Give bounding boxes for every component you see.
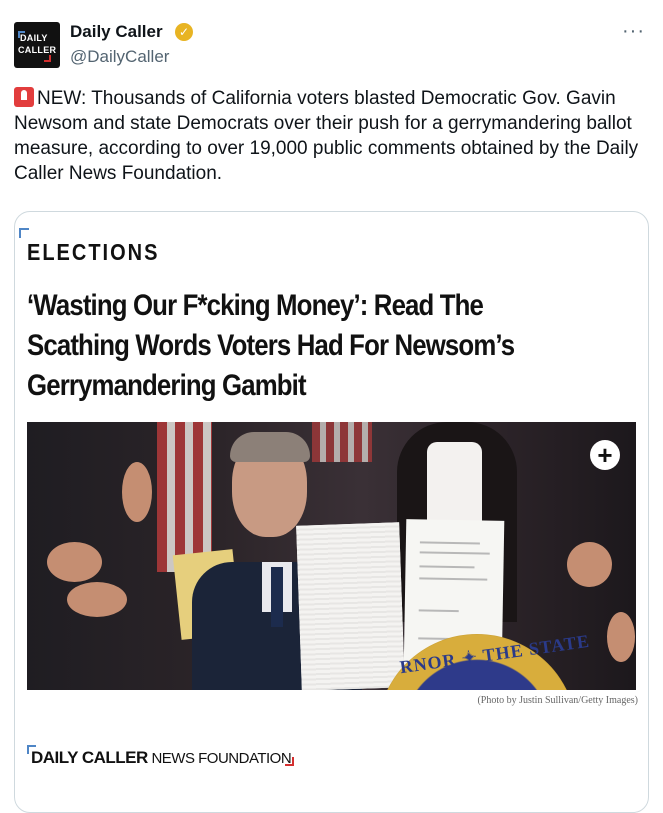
article-photo[interactable]: RNOR ✦ THE STATE + bbox=[27, 422, 636, 690]
logo-corner-mark bbox=[285, 757, 294, 766]
clapping-hand bbox=[567, 542, 612, 587]
signed-document bbox=[296, 522, 405, 690]
rotating-light-icon bbox=[14, 87, 34, 107]
flag-background bbox=[312, 422, 372, 462]
person-tie bbox=[271, 567, 283, 627]
article-headline[interactable]: ‘Wasting Our F*cking Money’: Read The Sc… bbox=[27, 286, 543, 406]
publisher-name-bold: DAILY CALLER bbox=[31, 748, 148, 767]
author-name[interactable]: Daily Caller bbox=[70, 22, 163, 42]
avatar-text-line1: DAILY bbox=[20, 33, 48, 43]
photo-caption: (Photo by Justin Sullivan/Getty Images) bbox=[477, 695, 638, 706]
section-corner-mark bbox=[19, 228, 29, 238]
clapping-hand bbox=[47, 542, 102, 582]
logo-corner-mark bbox=[44, 55, 51, 62]
publisher-name-rest: NEWS FOUNDATION bbox=[147, 750, 292, 767]
tweet-header: DAILY CALLER Daily Caller ✓ @DailyCaller… bbox=[14, 14, 649, 70]
author-handle[interactable]: @DailyCaller bbox=[70, 47, 169, 67]
avatar[interactable]: DAILY CALLER bbox=[14, 22, 60, 68]
clapping-hand bbox=[122, 462, 152, 522]
person-collar bbox=[427, 442, 482, 532]
person-hair bbox=[230, 432, 310, 462]
expand-plus-icon[interactable]: + bbox=[590, 440, 620, 470]
tweet-body: NEW: Thousands of California voters blas… bbox=[14, 88, 639, 184]
clapping-hand bbox=[607, 612, 635, 662]
more-options-icon[interactable]: ··· bbox=[622, 20, 645, 43]
clapping-hand bbox=[67, 582, 127, 617]
verified-badge-icon[interactable]: ✓ bbox=[175, 23, 193, 41]
tweet-text: NEW: Thousands of California voters blas… bbox=[14, 86, 644, 186]
section-label: ELECTIONS bbox=[27, 240, 160, 266]
article-card[interactable]: ELECTIONS ‘Wasting Our F*cking Money’: R… bbox=[14, 211, 649, 813]
avatar-text-line2: CALLER bbox=[18, 45, 57, 55]
publisher-name: DAILY CALLER NEWS FOUNDATION bbox=[31, 748, 292, 768]
flag-background bbox=[157, 422, 212, 572]
